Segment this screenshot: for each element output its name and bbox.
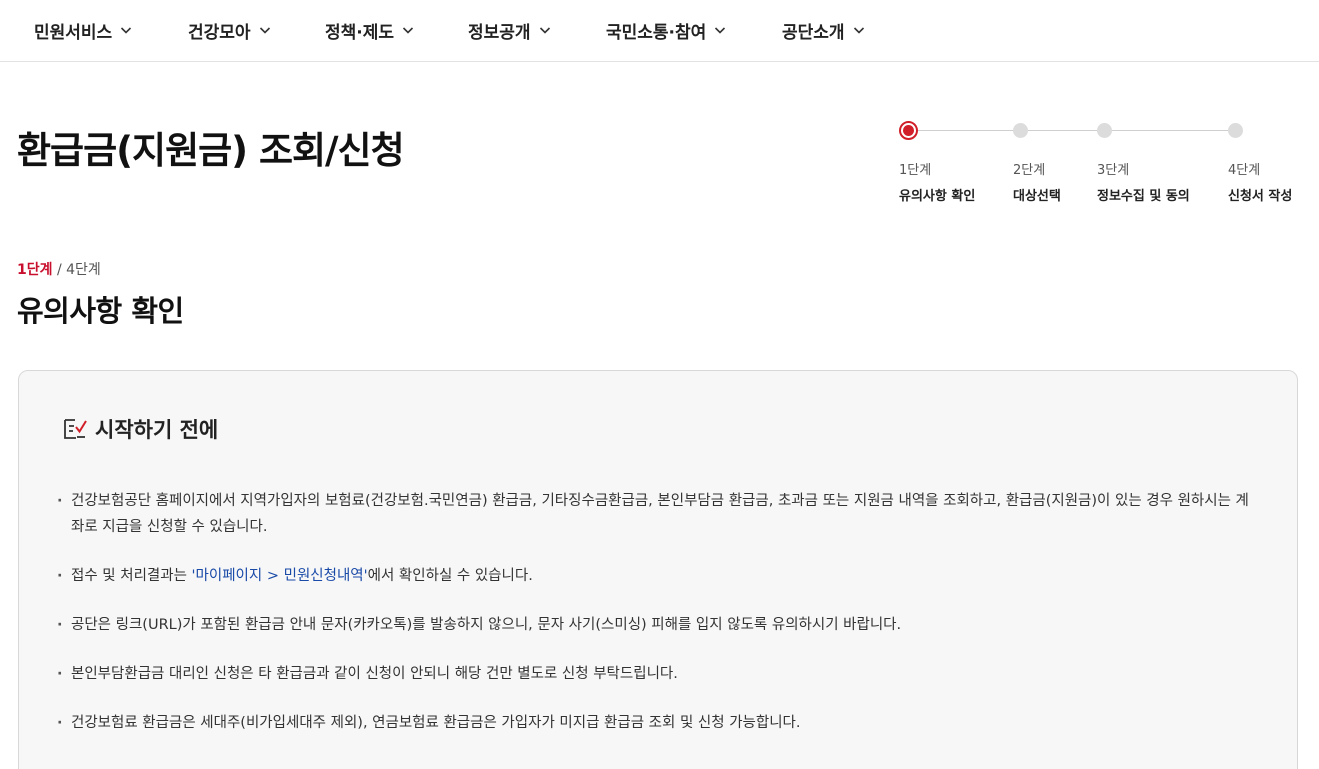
step-2-label: 대상선택 (1013, 189, 1061, 204)
notice-item: 건강보험공단 홈페이지에서 지역가입자의 보험료(건강보험.국민연금) 환급금,… (57, 488, 1257, 540)
section-title: 유의사항 확인 (17, 294, 184, 328)
notice-panel: 시작하기 전에 건강보험공단 홈페이지에서 지역가입자의 보험료(건강보험.국민… (18, 370, 1298, 769)
nav-item-label: 공단소개 (782, 22, 845, 43)
step-connector (916, 130, 1020, 131)
notice-list: 건강보험공단 홈페이지에서 지역가입자의 보험료(건강보험.국민연금) 환급금,… (57, 488, 1257, 759)
step-3-label: 정보수집 및 동의 (1097, 189, 1190, 204)
step-counter: 1단계 / 4단계 (17, 259, 101, 279)
notice-item: 건강보험료 환급금은 세대주(비가입세대주 제외), 연금보험료 환급금은 가입… (57, 710, 1257, 736)
step-4-number: 4단계 (1228, 163, 1261, 178)
step-1-number: 1단계 (899, 163, 932, 178)
step-separator: / (56, 262, 62, 278)
nav-item-health[interactable]: 건강모아 (188, 18, 271, 43)
step-2-indicator-icon (1013, 123, 1028, 138)
page-title: 환급금(지원금) 조회/신청 (17, 129, 405, 172)
step-2-number: 2단계 (1013, 163, 1046, 178)
nav-item-about[interactable]: 공단소개 (782, 18, 865, 43)
chevron-down-icon (715, 27, 726, 34)
chevron-down-icon (121, 27, 132, 34)
current-step: 1단계 (17, 262, 53, 278)
step-3-number: 3단계 (1097, 163, 1130, 178)
notice-item: 본인부담환급금 대리인 신청은 타 환급금과 같이 신청이 안되니 해당 건만 … (57, 661, 1257, 687)
nav-item-label: 민원서비스 (34, 22, 113, 43)
chevron-down-icon (853, 27, 864, 34)
nav-item-disclosure[interactable]: 정보공개 (468, 18, 551, 43)
step-4-label: 신청서 작성 (1228, 189, 1293, 204)
step-1-label: 유의사항 확인 (899, 189, 976, 204)
step-progress: 1단계 2단계 3단계 4단계 유의사항 확인 대상선택 정보수집 및 동의 신… (898, 118, 1308, 208)
checklist-icon (64, 419, 87, 439)
notice-item: 접수 및 처리결과는 '마이페이지 > 민원신청내역'에서 확인하실 수 있습니… (57, 563, 1257, 589)
notice-header: 시작하기 전에 (61, 414, 218, 444)
chevron-down-icon (402, 27, 414, 34)
chevron-down-icon (539, 27, 550, 34)
notice-title: 시작하기 전에 (95, 418, 219, 442)
top-navigation: 민원서비스 건강모아 정책·제도 정보공개 국민소통·참여 공단소개 (0, 0, 1319, 62)
step-3-indicator-icon (1097, 123, 1112, 138)
total-steps: 4단계 (66, 262, 101, 278)
nav-item-label: 건강모아 (188, 22, 251, 43)
nav-item-civil-service[interactable]: 민원서비스 (34, 18, 132, 43)
nav-item-communication[interactable]: 국민소통·참여 (606, 18, 726, 43)
mypage-link[interactable]: '마이페이지 > 민원신청내역' (192, 568, 368, 584)
nav-item-policy[interactable]: 정책·제도 (325, 18, 414, 43)
chevron-down-icon (259, 27, 270, 34)
step-connector (1028, 130, 1104, 131)
nav-item-label: 국민소통·참여 (606, 22, 707, 43)
nav-item-label: 정보공개 (468, 22, 531, 43)
nav-item-label: 정책·제도 (325, 22, 395, 43)
notice-item: 공단은 링크(URL)가 포함된 환급금 안내 문자(카카오톡)를 발송하지 않… (57, 612, 1257, 638)
notice-text: 접수 및 처리결과는 (71, 568, 192, 584)
step-4-indicator-icon (1228, 123, 1243, 138)
step-1-indicator-icon (899, 121, 918, 140)
notice-text: 에서 확인하실 수 있습니다. (367, 568, 533, 584)
step-connector (1112, 130, 1236, 131)
